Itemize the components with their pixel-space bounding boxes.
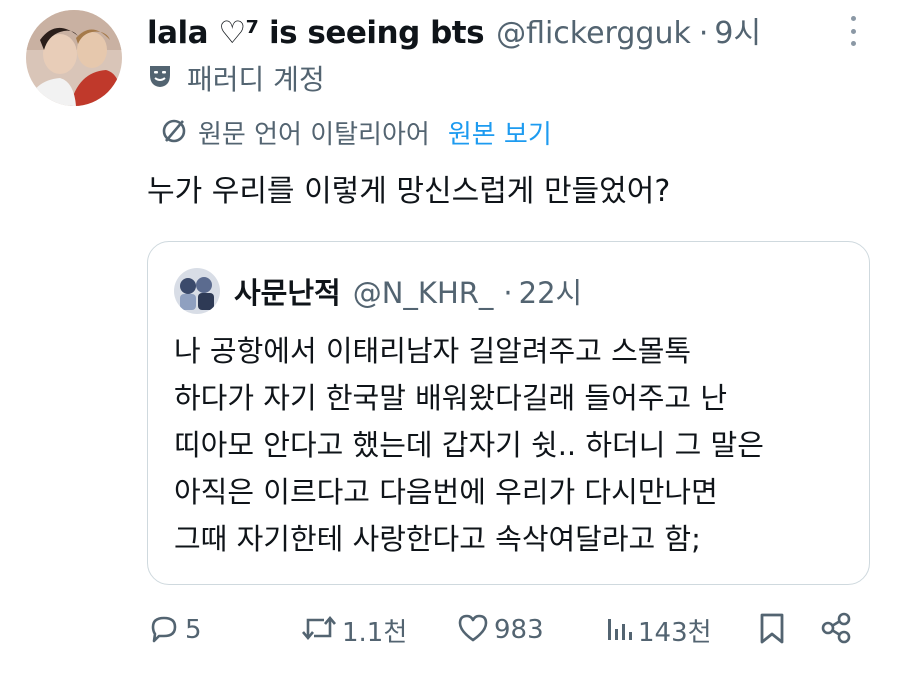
action-bar: 5 1.1천 983 143천 <box>147 610 867 654</box>
reply-button[interactable]: 5 <box>147 610 202 650</box>
timestamp[interactable]: 9시 <box>714 8 761 52</box>
quoted-tweet[interactable]: 사문난적 @N_KHR_ · 22시 나 공항에서 이태리남자 길알려주고 스몰… <box>147 241 870 585</box>
retweet-icon <box>300 611 338 649</box>
heart-icon <box>456 611 490 649</box>
views-count: 143천 <box>638 617 712 648</box>
translation-source-text: 원문 언어 이탈리아어 <box>198 120 430 150</box>
views-icon <box>604 611 634 649</box>
mask-icon <box>147 63 173 93</box>
quoted-display-name[interactable]: 사문난적 <box>234 270 341 312</box>
retweet-button[interactable]: 1.1천 <box>300 610 407 650</box>
quoted-handle[interactable]: @N_KHR_ <box>353 276 494 310</box>
reply-icon <box>147 611 181 649</box>
show-original-link[interactable]: 원본 보기 <box>448 114 552 151</box>
quoted-separator: · <box>503 276 513 310</box>
more-options-icon[interactable] <box>844 16 862 46</box>
tweet: lala ♡⁷ is seeing bts @flickergguk · 9시 … <box>0 0 900 679</box>
quoted-text-line: 아직은 이르다고 다음번에 우리가 다시만나면 <box>174 475 718 509</box>
quoted-text-line: 띠아모 안다고 했는데 갑자기 쉿.. 하더니 그 말은 <box>174 428 764 462</box>
share-icon <box>819 611 853 649</box>
quoted-text: 나 공항에서 이태리남자 길알려주고 스몰톡 하다가 자기 한국말 배워왔다길래… <box>174 328 854 563</box>
quoted-avatar[interactable] <box>174 268 220 314</box>
parody-label-text: 패러디 계정 <box>187 63 325 96</box>
bookmark-icon <box>757 611 787 649</box>
handle[interactable]: @flickergguk <box>496 16 691 51</box>
tweet-header: lala ♡⁷ is seeing bts @flickergguk · 9시 <box>147 8 761 52</box>
like-button[interactable]: 983 <box>456 610 544 650</box>
translate-icon <box>160 117 188 149</box>
separator: · <box>698 16 709 51</box>
views-button[interactable]: 143천 <box>604 610 712 650</box>
share-button[interactable] <box>819 610 853 650</box>
tweet-text: 누가 우리를 이렇게 망신스럽게 만들었어? <box>147 174 671 209</box>
reply-count: 5 <box>185 615 202 645</box>
bookmark-button[interactable] <box>757 610 787 650</box>
like-count: 983 <box>494 615 544 645</box>
quoted-timestamp[interactable]: 22시 <box>519 270 583 312</box>
quoted-text-line: 나 공항에서 이태리남자 길알려주고 스몰톡 <box>174 334 692 368</box>
retweet-count: 1.1천 <box>342 617 408 648</box>
avatar[interactable] <box>26 10 122 106</box>
quoted-text-line: 그때 자기한테 사랑한다고 속삭여달라고 함; <box>174 522 701 556</box>
display-name[interactable]: lala ♡⁷ is seeing bts <box>147 15 485 51</box>
quoted-header: 사문난적 @N_KHR_ · 22시 <box>234 270 582 312</box>
translation-notice: 원문 언어 이탈리아어 원본 보기 <box>160 114 552 151</box>
parody-label: 패러디 계정 <box>147 58 325 98</box>
quoted-text-line: 하다가 자기 한국말 배워왔다길래 들어주고 난 <box>174 381 728 415</box>
